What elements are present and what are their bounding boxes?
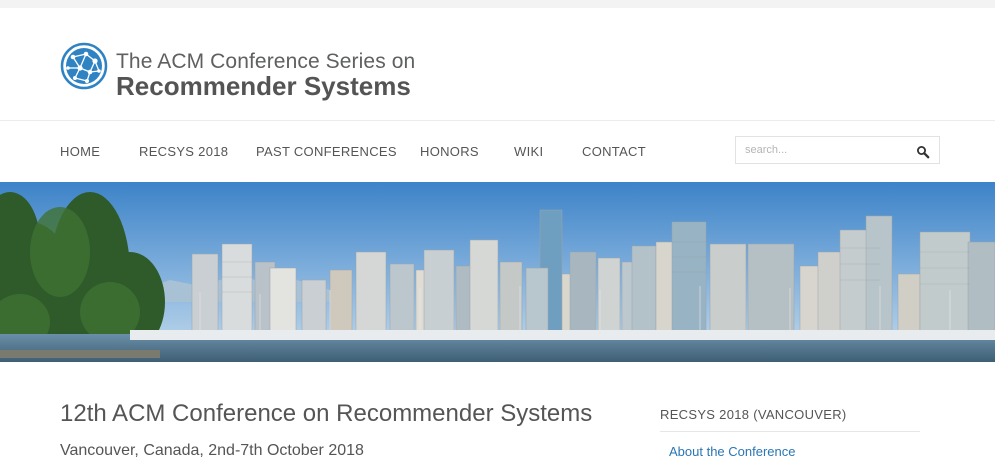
sidebar-divider <box>660 431 920 432</box>
nav-item-home[interactable]: HOME <box>60 144 100 159</box>
search-input[interactable] <box>736 137 915 163</box>
vancouver-skyline-image <box>0 182 995 362</box>
site-header: The ACM Conference Series on Recommender… <box>0 8 995 121</box>
search-box <box>735 136 940 164</box>
nav-item-wiki[interactable]: WIKI <box>514 144 543 159</box>
sidebar-heading: RECSYS 2018 (VANCOUVER) <box>660 407 847 422</box>
nav-item-honors[interactable]: HONORS <box>420 144 479 159</box>
nav-item-contact[interactable]: CONTACT <box>582 144 646 159</box>
conference-location-dates: Vancouver, Canada, 2nd-7th October 2018 <box>60 442 364 459</box>
network-globe-icon[interactable] <box>60 42 108 90</box>
hero-banner <box>0 182 995 362</box>
top-strip <box>0 0 995 8</box>
logo-title[interactable]: Recommender Systems <box>116 71 411 102</box>
page-title: 12th ACM Conference on Recommender Syste… <box>60 400 593 427</box>
sidebar-link-about-conference[interactable]: About the Conference <box>669 444 795 459</box>
nav-item-past-conferences[interactable]: PAST CONFERENCES <box>256 144 397 159</box>
nav-item-recsys-2018[interactable]: RECSYS 2018 <box>139 144 228 159</box>
search-icon[interactable] <box>916 145 930 159</box>
